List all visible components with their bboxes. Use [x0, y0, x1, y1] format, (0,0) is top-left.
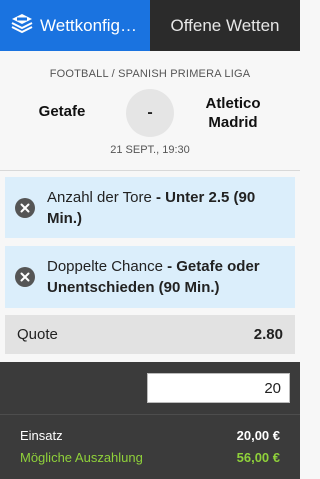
einsatz-value: 20,00 € [236, 428, 280, 443]
selection-item: Anzahl der Tore - Unter 2.5 (90 Min.) [5, 177, 295, 238]
betslip-stack-icon [10, 12, 34, 39]
einsatz-label: Einsatz [20, 428, 63, 443]
match-datetime: 21 SEPT., 19:30 [110, 144, 190, 156]
payout-value: 56,00 € [236, 450, 280, 465]
stake-panel: Einsatz 20,00 € Mögliche Auszahlung 56,0… [0, 362, 300, 479]
away-team-line2: Madrid [208, 114, 258, 131]
selection-separator: - [162, 258, 177, 275]
home-team: Getafe [38, 103, 86, 120]
selection-separator: - [151, 188, 166, 206]
close-circle-icon[interactable] [15, 267, 35, 287]
tab-wettkonfiguration-label: Wettkonfigu… [40, 15, 146, 35]
away-team-line1: Atletico [205, 95, 261, 112]
quote-label: Quote [17, 326, 58, 343]
quote-row: Quote 2.80 [5, 315, 295, 354]
payout-row: Mögliche Auszahlung 56,00 € [20, 450, 280, 465]
score-badge: - [126, 89, 174, 137]
league-label: FOOTBALL / SPANISH PRIMERA LIGA [49, 68, 251, 80]
selection-text: Anzahl der Tore - Unter 2.5 (90 Min.) [47, 187, 295, 229]
tab-offene-wetten[interactable]: Offene Wetten [150, 0, 300, 51]
match-header: FOOTBALL / SPANISH PRIMERA LIGA Getafe -… [0, 51, 300, 170]
selection-market: Doppelte Chance [47, 258, 163, 275]
away-team: Atletico Madrid [188, 94, 278, 132]
divider [0, 170, 300, 171]
selection-text: Doppelte Chance - Getafe oder Unentschie… [47, 256, 295, 298]
stake-input[interactable] [147, 373, 290, 403]
selection-market: Anzahl der Tore [47, 188, 152, 206]
selection-item: Doppelte Chance - Getafe oder Unentschie… [5, 246, 295, 308]
payout-label: Mögliche Auszahlung [20, 450, 143, 465]
quote-value: 2.80 [253, 326, 283, 343]
einsatz-row: Einsatz 20,00 € [20, 428, 280, 443]
tab-bar: Wettkonfigu… Offene Wetten [0, 0, 300, 51]
tab-wettkonfiguration[interactable]: Wettkonfigu… [0, 0, 150, 51]
close-circle-icon[interactable] [15, 197, 35, 218]
panel-divider [0, 414, 300, 415]
